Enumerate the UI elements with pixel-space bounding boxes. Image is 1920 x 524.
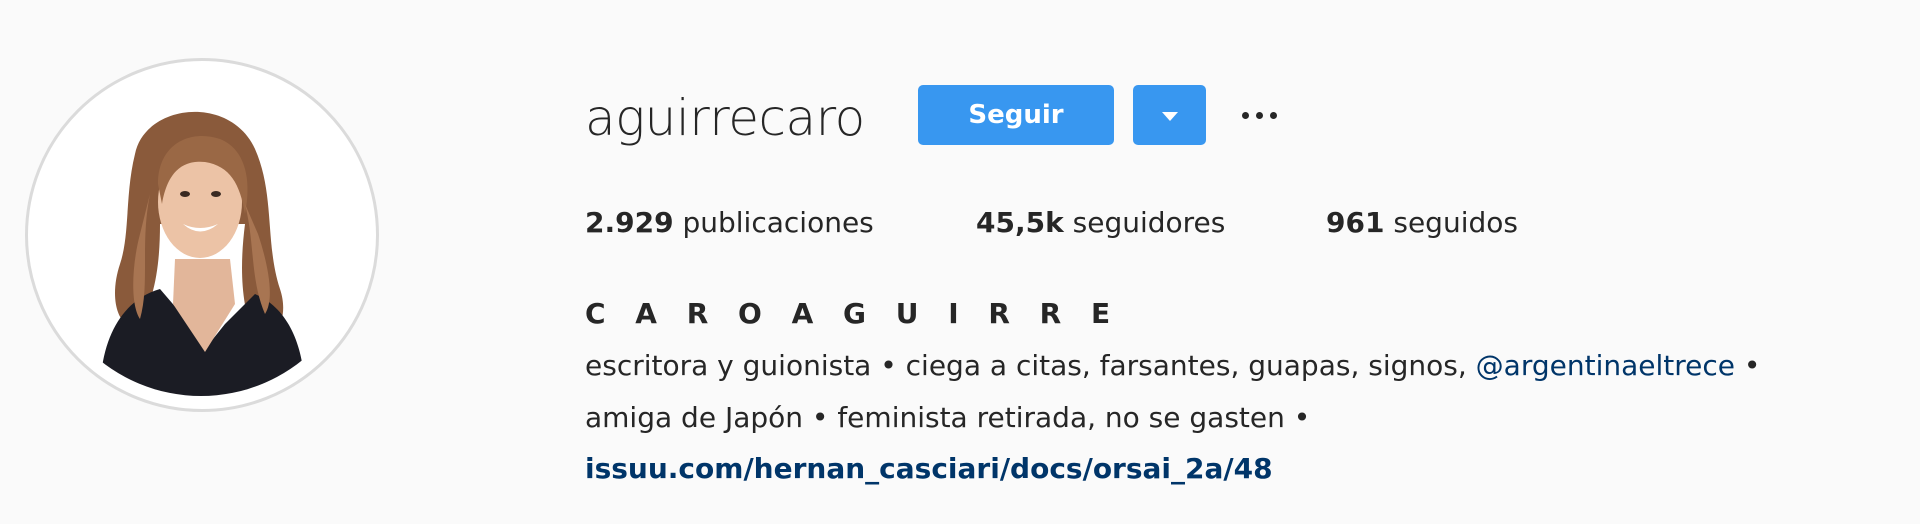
followers-stat[interactable]: 45,5k seguidores [976, 203, 1225, 243]
bio-separator: • [1743, 349, 1761, 382]
posts-count: 2.929 [585, 206, 674, 239]
followers-count: 45,5k [976, 206, 1064, 239]
mention-link[interactable]: @argentinaeltrece [1476, 349, 1735, 382]
followers-label: seguidores [1072, 206, 1226, 239]
profile-photo-icon [40, 74, 362, 396]
more-options-button[interactable] [1237, 96, 1283, 132]
username: aguirrecaro [585, 89, 865, 147]
bio-line-1: escritora y guionista • ciega a citas, f… [585, 346, 1760, 386]
bio-text: escritora y guionista • ciega a citas, f… [585, 349, 1467, 382]
follow-button[interactable]: Seguir [918, 85, 1114, 145]
following-count: 961 [1326, 206, 1385, 239]
suggestions-dropdown-button[interactable] [1133, 85, 1206, 145]
website-link[interactable]: issuu.com/hernan_casciari/docs/orsai_2a/… [585, 449, 1273, 489]
following-label: seguidos [1393, 206, 1518, 239]
full-name: C A R O A G U I R R E [585, 297, 1121, 330]
bio-line-2: amiga de Japón • feminista retirada, no … [585, 401, 1311, 434]
posts-label: publicaciones [682, 206, 874, 239]
following-stat[interactable]: 961 seguidos [1326, 203, 1518, 243]
avatar[interactable] [40, 74, 362, 396]
posts-count-stat: 2.929 publicaciones [585, 203, 874, 243]
caret-down-icon [1162, 112, 1178, 121]
